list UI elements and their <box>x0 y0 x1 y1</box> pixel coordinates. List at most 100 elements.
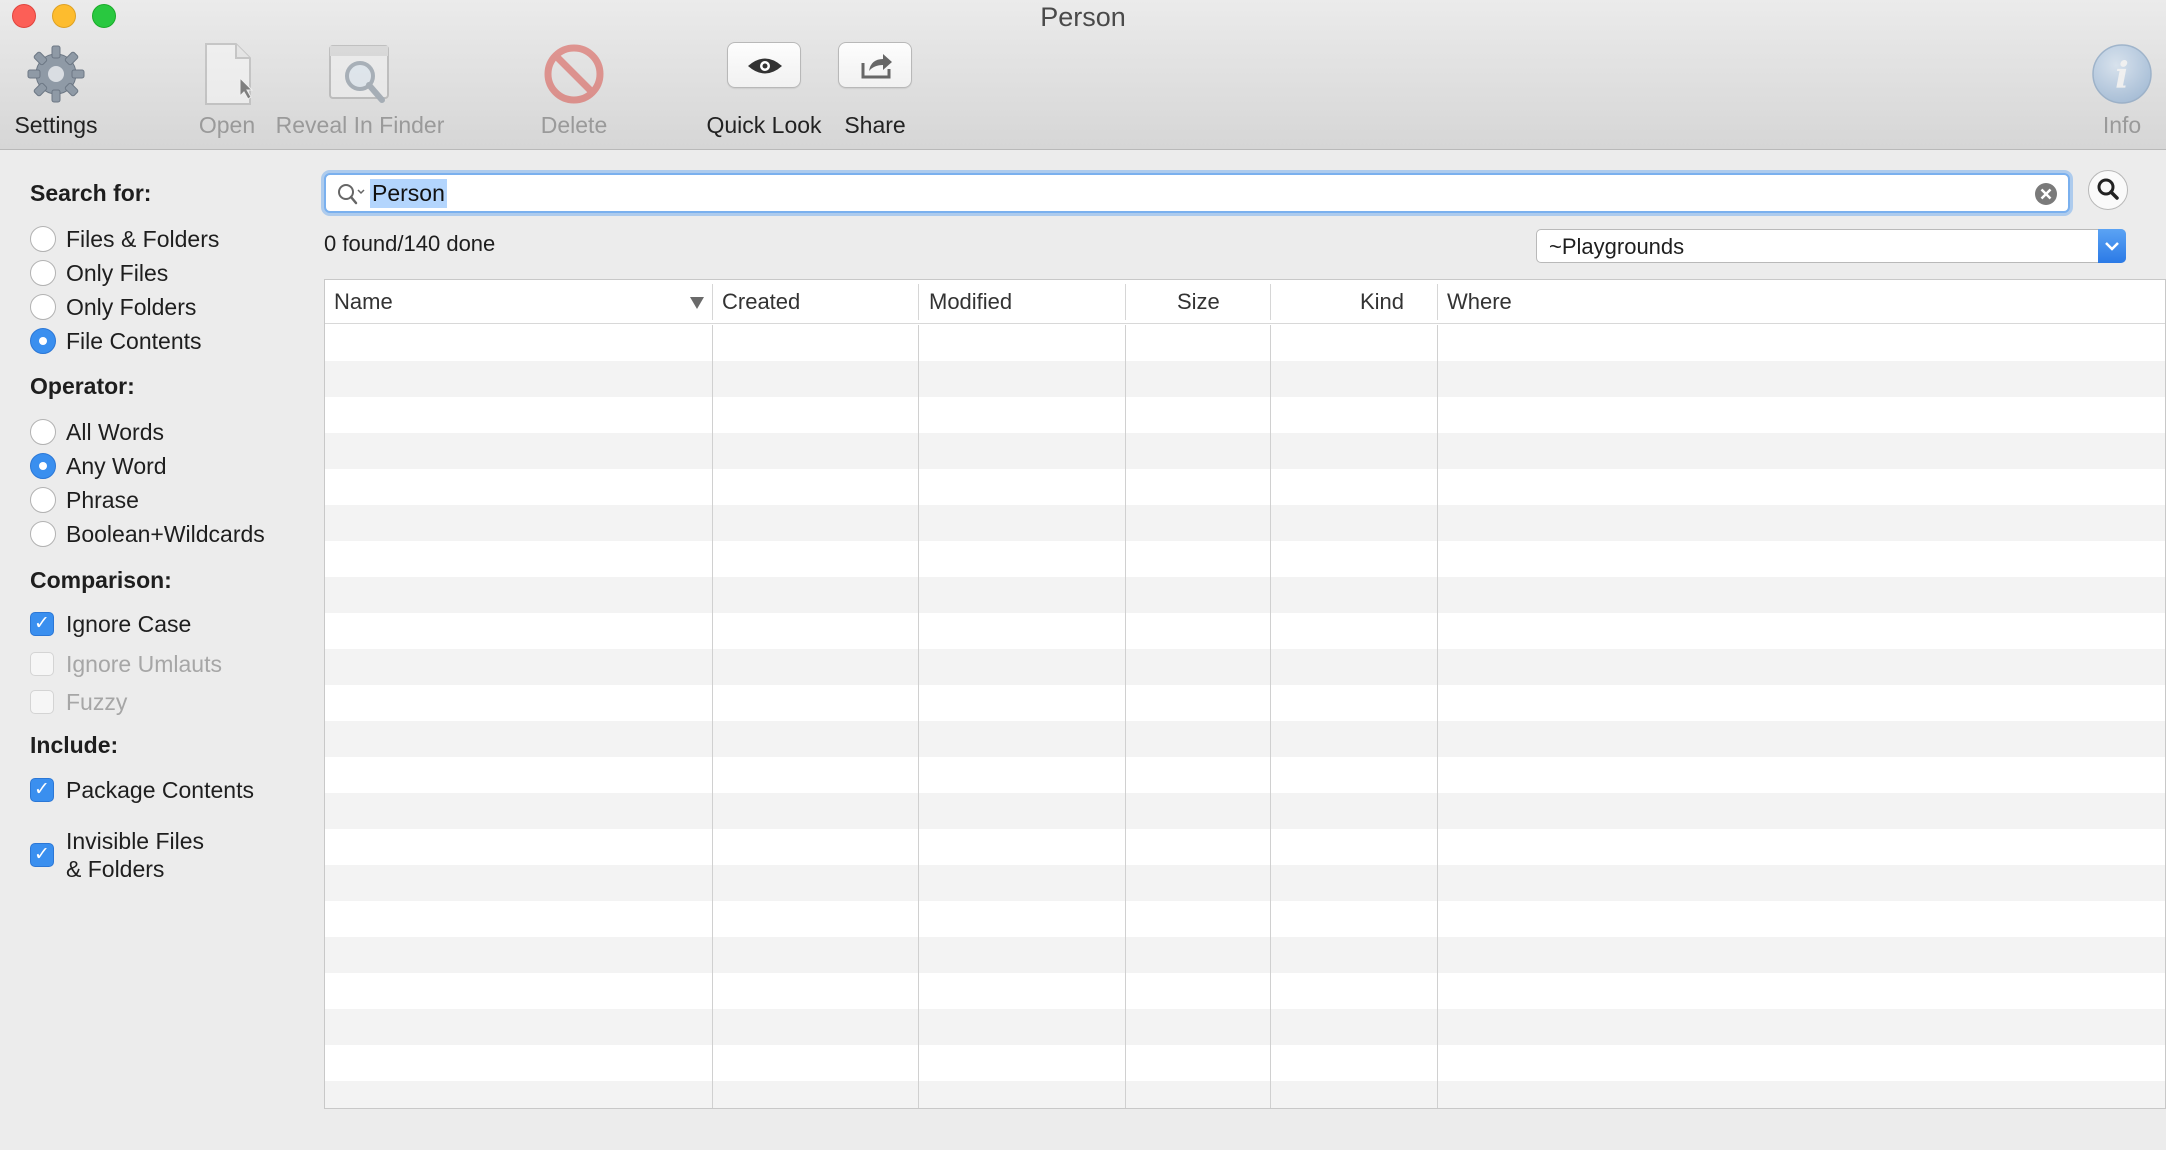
table-row <box>325 1045 2165 1081</box>
include-heading: Include: <box>30 732 119 758</box>
gear-icon <box>24 42 88 111</box>
delete-button[interactable]: Delete <box>494 42 654 142</box>
radio-label: Only Files <box>66 259 169 286</box>
radio-boolean-wildcards[interactable]: Boolean+Wildcards <box>30 519 265 549</box>
search-icon[interactable] <box>336 181 368 212</box>
column-header-where[interactable]: Where <box>1447 289 1512 315</box>
table-row <box>325 829 2165 865</box>
reveal-label: Reveal In Finder <box>275 112 445 138</box>
column-header-name[interactable]: Name <box>334 289 393 315</box>
location-value: ~Playgrounds <box>1549 234 1685 259</box>
table-row <box>325 1081 2165 1108</box>
share-button[interactable]: Share <box>795 42 955 142</box>
comparison-heading: Comparison: <box>30 567 172 593</box>
app-window: Person Settings Open Reveal In Finder De… <box>0 0 2166 1150</box>
column-divider[interactable] <box>1270 284 1271 320</box>
radio-label: Phrase <box>66 486 139 513</box>
radio-phrase[interactable]: Phrase <box>30 485 139 515</box>
column-divider[interactable] <box>918 284 919 320</box>
table-row <box>325 325 2165 361</box>
table-row <box>325 613 2165 649</box>
table-row <box>325 721 2165 757</box>
results-table[interactable]: Name Created Modified Size Kind Where <box>324 279 2166 1109</box>
table-row <box>325 505 2165 541</box>
table-row <box>325 1009 2165 1045</box>
location-popup[interactable]: ~Playgrounds <box>1536 229 2126 263</box>
toolbar: Person Settings Open Reveal In Finder De… <box>0 0 2166 150</box>
prohibited-icon <box>542 42 606 111</box>
column-header-modified[interactable]: Modified <box>929 289 1012 315</box>
table-row <box>325 937 2165 973</box>
column-divider[interactable] <box>1125 284 1126 320</box>
eye-icon <box>727 42 801 98</box>
table-row <box>325 469 2165 505</box>
radio-button-selected[interactable] <box>30 328 56 354</box>
search-input[interactable]: Person <box>324 173 2070 213</box>
column-header-size[interactable]: Size <box>1177 289 1220 315</box>
checkbox-label: Ignore Case <box>66 610 192 637</box>
radio-button[interactable] <box>30 294 56 320</box>
search-for-heading: Search for: <box>30 180 152 206</box>
checkmark-icon[interactable]: ✓ <box>30 843 54 867</box>
settings-label: Settings <box>14 112 98 138</box>
svg-text:i: i <box>2115 55 2129 97</box>
info-button[interactable]: i Info <box>2042 42 2166 142</box>
chevron-down-icon[interactable] <box>2098 229 2126 263</box>
table-row <box>325 397 2165 433</box>
radio-only-files[interactable]: Only Files <box>30 258 168 288</box>
checkbox-ignore-umlauts: Ignore Umlauts <box>30 649 222 679</box>
radio-button[interactable] <box>30 260 56 286</box>
column-header-created[interactable]: Created <box>722 289 800 315</box>
radio-label: Any Word <box>66 452 167 479</box>
column-header-kind[interactable]: Kind <box>1360 289 1404 315</box>
radio-button[interactable] <box>30 487 56 513</box>
radio-button[interactable] <box>30 419 56 445</box>
radio-button[interactable] <box>30 226 56 252</box>
radio-files-folders[interactable]: Files & Folders <box>30 224 219 254</box>
table-row <box>325 577 2165 613</box>
search-status: 0 found/140 done <box>324 231 496 256</box>
radio-label: Files & Folders <box>66 225 220 252</box>
column-divider[interactable] <box>1437 284 1438 320</box>
checkbox-package-contents[interactable]: ✓ Package Contents <box>30 775 254 805</box>
column-grid-line <box>918 325 919 1108</box>
checkbox-ignore-case[interactable]: ✓ Ignore Case <box>30 609 191 639</box>
clear-search-icon[interactable] <box>2034 182 2058 211</box>
checkmark-icon[interactable]: ✓ <box>30 612 54 636</box>
table-row <box>325 901 2165 937</box>
radio-button[interactable] <box>30 521 56 547</box>
table-row <box>325 973 2165 1009</box>
table-row <box>325 361 2165 397</box>
radio-file-contents[interactable]: File Contents <box>30 326 202 356</box>
table-row <box>325 793 2165 829</box>
info-label: Info <box>2102 112 2142 138</box>
radio-any-word[interactable]: Any Word <box>30 451 167 481</box>
checkmark-icon[interactable]: ✓ <box>30 778 54 802</box>
reveal-in-finder-button[interactable]: Reveal In Finder <box>272 42 448 142</box>
table-body[interactable] <box>325 325 2165 1108</box>
table-row <box>325 433 2165 469</box>
share-label: Share <box>844 112 906 138</box>
column-grid-line <box>1437 325 1438 1108</box>
column-grid-line <box>1125 325 1126 1108</box>
checkbox-disabled <box>30 652 54 676</box>
radio-button-selected[interactable] <box>30 453 56 479</box>
radio-only-folders[interactable]: Only Folders <box>30 292 196 322</box>
delete-label: Delete <box>540 112 608 138</box>
operator-heading: Operator: <box>30 373 135 399</box>
radio-label: Only Folders <box>66 293 197 320</box>
checkbox-label: Ignore Umlauts <box>66 650 222 677</box>
checkbox-label: Fuzzy <box>66 688 128 715</box>
share-icon <box>838 42 912 98</box>
settings-button[interactable]: Settings <box>0 42 136 142</box>
table-header: Name Created Modified Size Kind Where <box>325 280 2165 324</box>
start-search-button[interactable] <box>2088 170 2128 210</box>
table-row <box>325 865 2165 901</box>
sort-descending-icon[interactable] <box>689 296 705 315</box>
checkbox-label-line: Invisible Files <box>66 828 205 854</box>
checkbox-invisible-files[interactable]: ✓ Invisible Files & Folders <box>30 824 204 886</box>
column-divider[interactable] <box>712 284 713 320</box>
table-row <box>325 649 2165 685</box>
radio-all-words[interactable]: All Words <box>30 417 164 447</box>
checkbox-fuzzy: Fuzzy <box>30 687 127 717</box>
